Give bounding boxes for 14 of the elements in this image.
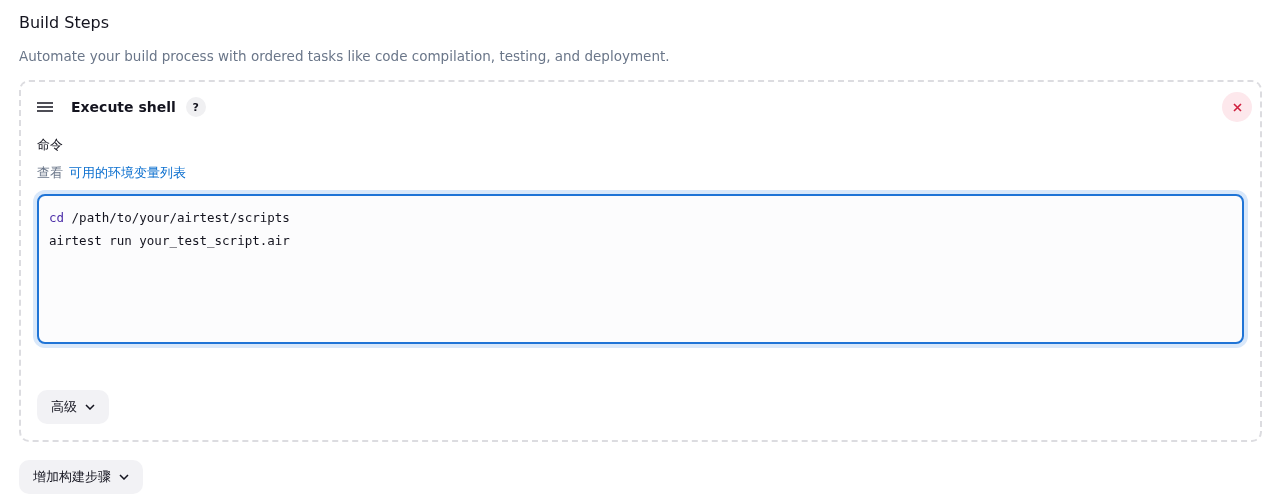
close-button[interactable] [1222, 92, 1252, 122]
chevron-down-icon [85, 404, 95, 410]
env-variables-link[interactable]: 可用的环境变量列表 [69, 164, 186, 182]
section-description: Automate your build process with ordered tasks like code compilation, testing, and deployment. [19, 48, 671, 64]
step-title: Execute shell [71, 99, 176, 115]
advanced-button[interactable]: 高级 [37, 390, 109, 424]
hint-text: 查看 [37, 164, 63, 182]
close-icon [1232, 102, 1242, 112]
chevron-down-icon [119, 474, 129, 480]
help-button[interactable]: ? [185, 97, 206, 117]
field-label: 命令 [37, 136, 64, 154]
drag-handle-icon[interactable] [37, 102, 53, 112]
section-title: Build Steps [19, 12, 110, 34]
add-step-button[interactable]: 增加构建步骤 [19, 460, 143, 494]
